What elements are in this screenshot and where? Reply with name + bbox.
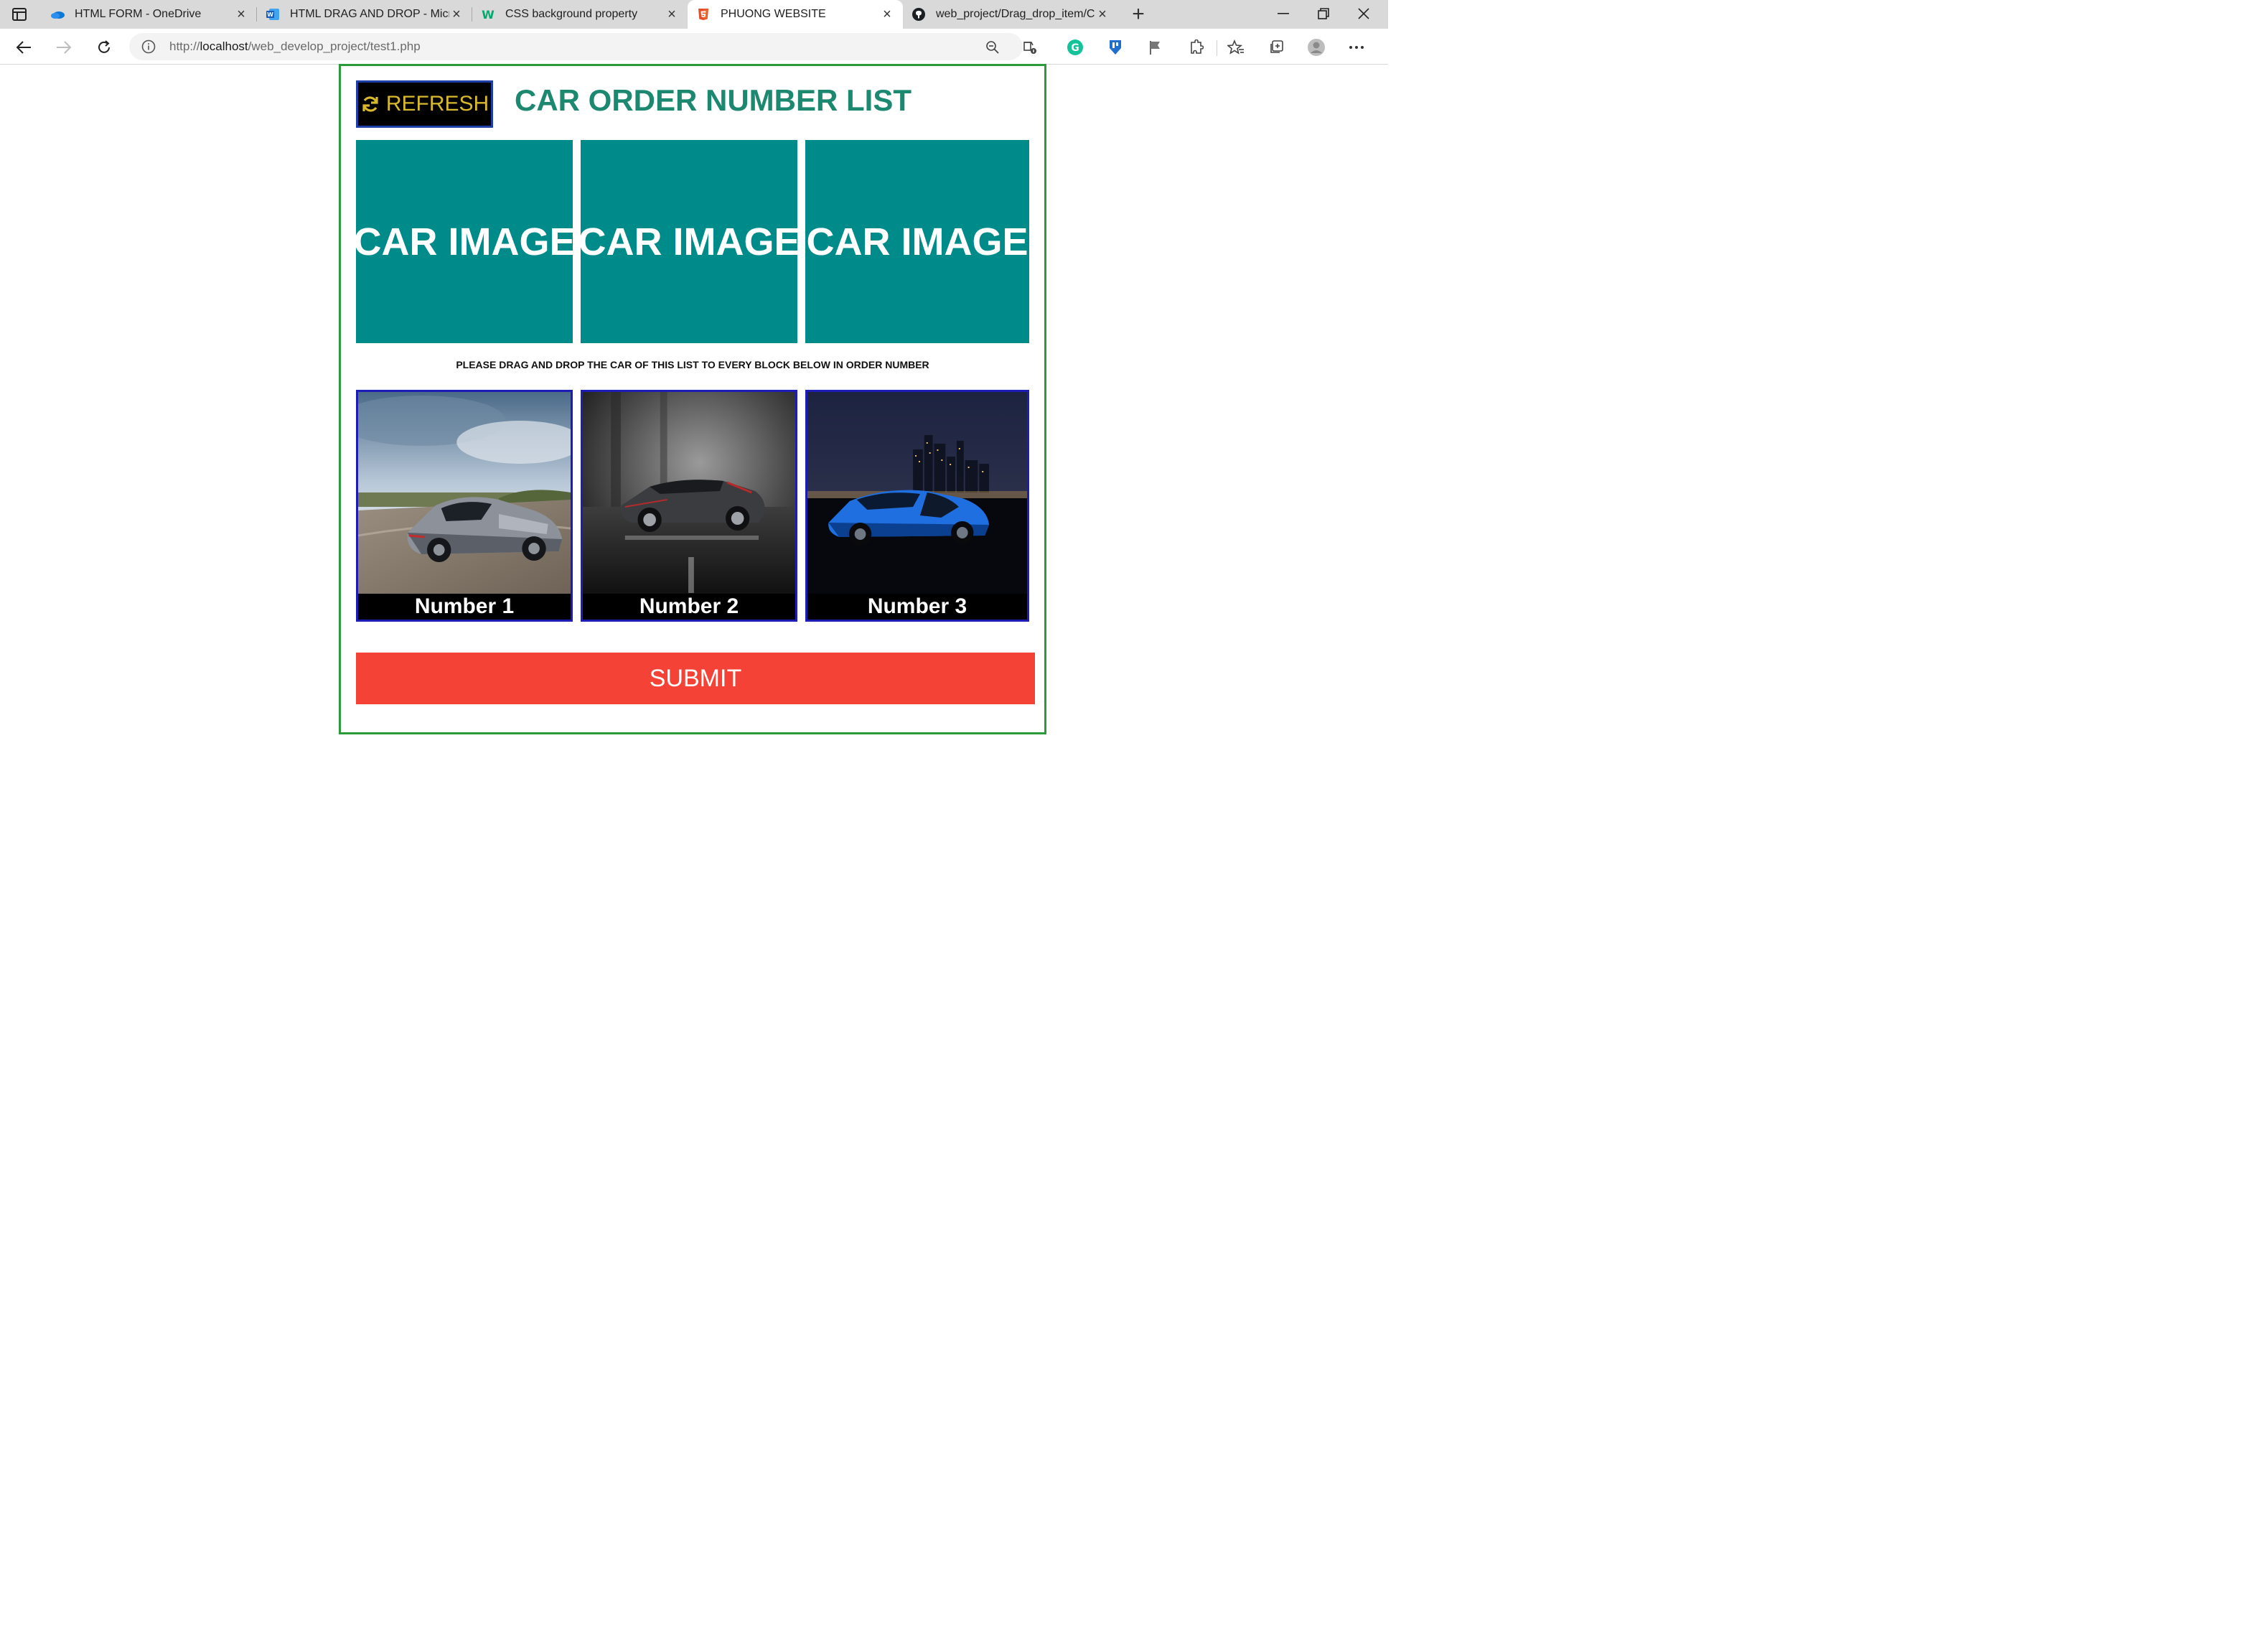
close-icon[interactable]: × — [234, 6, 248, 22]
address-url[interactable]: http://localhost/web_develop_project/tes… — [169, 39, 421, 54]
svg-text:G: G — [1071, 42, 1079, 54]
order-number-label: Number 3 — [807, 594, 1027, 620]
flag-icon[interactable] — [1145, 37, 1166, 57]
collections-icon[interactable] — [1266, 37, 1286, 57]
close-icon[interactable]: × — [665, 6, 679, 22]
extension-trello-icon[interactable] — [1105, 37, 1125, 57]
drop-target-3[interactable]: Number 3 — [805, 390, 1029, 622]
close-window-icon[interactable] — [1349, 3, 1378, 24]
tab-title: CSS background property — [505, 8, 638, 20]
tab-word[interactable]: W HTML DRAG AND DROP - Micro × — [257, 0, 472, 29]
svg-text:W: W — [267, 11, 273, 18]
drop-target-2[interactable]: Number 2 — [581, 390, 797, 622]
reload-icon[interactable] — [93, 37, 115, 58]
zoom-icon[interactable] — [985, 39, 1001, 55]
order-number-label: Number 2 — [583, 594, 795, 620]
tab-github[interactable]: web_project/Drag_drop_item/Ca × — [903, 0, 1118, 29]
tab-title: PHUONG WEBSITE — [721, 8, 826, 20]
car-image-label: CAR IMAGE — [353, 220, 576, 263]
order-number-label: Number 1 — [358, 594, 571, 620]
onedrive-icon — [50, 7, 65, 22]
url-scheme: http:// — [169, 39, 200, 53]
refresh-button[interactable]: REFRESH — [356, 80, 493, 128]
tab-onedrive[interactable]: HTML FORM - OneDrive × — [42, 0, 257, 29]
car-image-label: CAR IMAGE — [806, 220, 1028, 263]
new-tab-button[interactable]: + — [1128, 2, 1148, 26]
draggable-car-2[interactable]: CAR IMAGE — [578, 140, 800, 343]
url-path: /web_develop_project/test1.php — [248, 39, 421, 53]
car-photo — [583, 392, 795, 594]
address-bar[interactable]: http://localhost/web_develop_project/tes… — [129, 33, 1036, 60]
draggable-car-1[interactable]: CAR IMAGE — [353, 140, 576, 343]
tab-actions-icon[interactable] — [10, 6, 29, 23]
tab-title: HTML DRAG AND DROP - Micro — [290, 8, 449, 20]
restore-icon[interactable] — [1309, 3, 1338, 24]
drag-instruction: PLEASE DRAG AND DROP THE CAR OF THIS LIS… — [456, 359, 929, 370]
car-order-card: REFRESH CAR ORDER NUMBER LIST CAR IMAGE … — [339, 64, 1046, 734]
browser-toolbar: http://localhost/web_develop_project/tes… — [0, 29, 1388, 65]
favorites-icon[interactable] — [1226, 37, 1246, 57]
word-icon: W — [266, 7, 280, 22]
grammarly-icon[interactable]: G — [1065, 37, 1085, 57]
refresh-label: REFRESH — [385, 92, 489, 116]
car-photo — [358, 392, 571, 594]
browser-tab-bar: HTML FORM - OneDrive × W HTML DRAG AND D… — [0, 0, 1388, 29]
tab-phuong-website[interactable]: PHUONG WEBSITE × — [688, 0, 903, 29]
car-image-label: CAR IMAGE — [578, 220, 800, 263]
close-icon[interactable]: × — [449, 6, 464, 22]
more-options-icon[interactable] — [1346, 37, 1367, 57]
page-title: CAR ORDER NUMBER LIST — [515, 83, 912, 117]
w3schools-icon: W — [481, 7, 495, 22]
close-icon[interactable]: × — [880, 6, 894, 22]
tab-w3schools[interactable]: W CSS background property × — [472, 0, 688, 29]
profile-avatar-icon[interactable] — [1306, 37, 1326, 57]
tab-title: HTML FORM - OneDrive — [75, 8, 202, 20]
back-icon[interactable] — [13, 37, 34, 58]
html5-icon — [696, 7, 711, 22]
github-icon — [912, 7, 926, 22]
submit-button[interactable]: SUBMIT — [356, 653, 1035, 704]
refresh-icon — [362, 96, 378, 112]
draggable-car-3[interactable]: CAR IMAGE — [805, 140, 1029, 343]
svg-text:W: W — [482, 8, 495, 21]
close-icon[interactable]: × — [1095, 6, 1110, 22]
url-host: localhost — [200, 39, 248, 53]
car-photo — [807, 392, 1027, 594]
tab-title: web_project/Drag_drop_item/Ca — [936, 8, 1095, 20]
minimize-icon[interactable] — [1269, 3, 1298, 24]
extensions-icon[interactable] — [1186, 37, 1206, 57]
forward-icon[interactable] — [53, 37, 75, 58]
drop-target-1[interactable]: Number 1 — [356, 390, 573, 622]
submit-label: SUBMIT — [649, 664, 742, 692]
read-aloud-icon[interactable] — [1022, 39, 1038, 55]
info-icon[interactable] — [141, 39, 156, 55]
